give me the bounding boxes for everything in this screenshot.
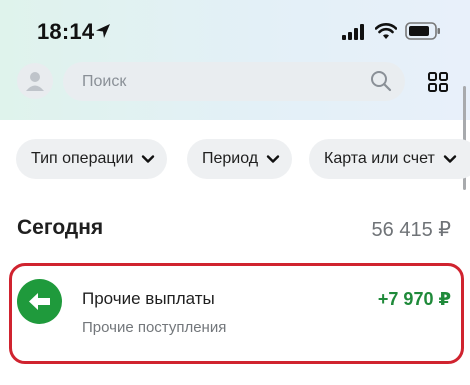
section-date-title: Сегодня [17,216,104,239]
filter-card-or-account[interactable]: Карта или счет [309,139,470,179]
filter-period[interactable]: Период [187,139,293,179]
filter-chips: Тип операции Период Карта или счет [0,139,470,179]
status-bar: 18:14 [0,0,470,60]
cellular-signal-icon [342,24,364,40]
wifi-icon [375,23,397,39]
operation-category: Прочие поступления [82,319,227,336]
filter-label: Тип операции [31,150,134,167]
search-icon[interactable] [370,70,392,92]
battery-icon [405,22,440,40]
filter-operation-type[interactable]: Тип операции [16,139,168,179]
operation-amount: +7 970 ₽ [377,289,451,309]
grid-menu-icon[interactable] [428,72,448,92]
operation-title: Прочие выплаты [82,289,215,308]
location-arrow-icon [96,24,110,38]
status-time: 18:14 [37,19,95,44]
section-total-amount: 56 415 ₽ [371,219,451,241]
chevron-down-icon [443,155,456,163]
operation-item[interactable]: Прочие выплаты Прочие поступления +7 970… [9,263,464,364]
chevron-down-icon [142,155,155,163]
filter-label: Карта или счет [324,150,435,167]
user-avatar-icon[interactable] [17,63,53,99]
search-input[interactable]: Поиск [63,62,405,101]
search-placeholder: Поиск [82,73,127,90]
filter-label: Период [202,150,259,167]
arrow-left-icon [17,279,62,324]
chevron-down-icon [266,155,280,163]
